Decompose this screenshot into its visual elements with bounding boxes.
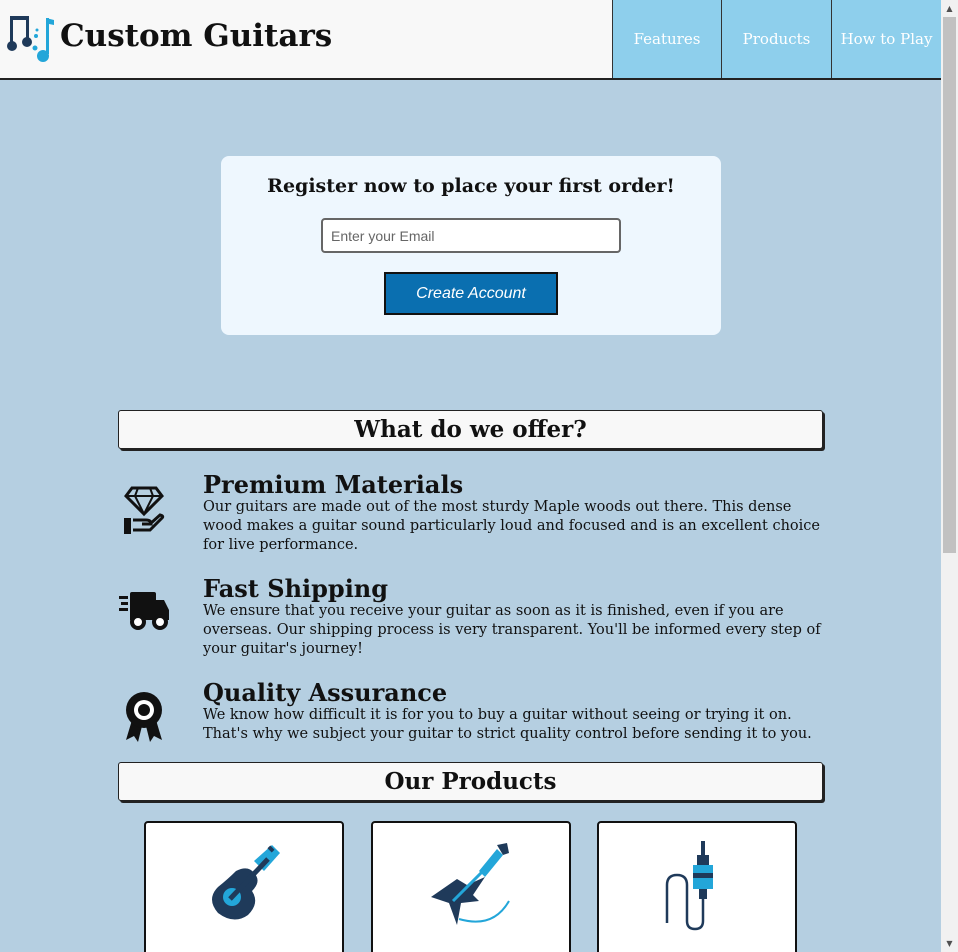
feature-title: Quality Assurance	[203, 678, 448, 707]
email-input[interactable]	[321, 218, 621, 253]
register-title: Register now to place your first order!	[267, 175, 675, 197]
brand-name: Custom Guitars	[60, 18, 333, 54]
product-card-acoustic-guitar[interactable]	[144, 821, 344, 952]
main-nav: Features Products How to Play	[612, 0, 941, 78]
site-header: Custom Guitars Features Products How to …	[0, 0, 941, 80]
award-ribbon-icon	[126, 692, 162, 742]
page-scrollbar[interactable]: ▲ ▼	[941, 0, 958, 952]
logo[interactable]	[6, 12, 56, 66]
acoustic-guitar-icon	[212, 845, 280, 920]
feature-text: Our guitars are made out of the most stu…	[203, 499, 820, 553]
scroll-up-arrow-icon[interactable]: ▲	[941, 0, 958, 17]
nav-link-products[interactable]: Products	[721, 0, 831, 78]
electric-guitar-icon	[431, 843, 510, 925]
music-notes-icon	[7, 16, 54, 62]
feature-text: We know how difficult it is for you to b…	[203, 707, 812, 742]
offer-heading: What do we offer?	[118, 410, 823, 449]
scroll-down-arrow-icon[interactable]: ▼	[941, 935, 958, 952]
feature-quality-assurance: Quality Assurance We know how difficult …	[118, 678, 823, 748]
shipping-truck-icon	[119, 592, 169, 630]
product-card-electric-guitar[interactable]	[371, 821, 571, 952]
diamond-hand-icon	[124, 486, 165, 534]
create-account-button[interactable]: Create Account	[384, 272, 558, 315]
scroll-thumb[interactable]	[943, 17, 956, 553]
feature-text: We ensure that you receive your guitar a…	[203, 603, 821, 657]
audio-cable-jack-icon	[665, 841, 713, 931]
nav-link-features[interactable]: Features	[612, 0, 721, 78]
product-card-audio-cable[interactable]	[597, 821, 797, 952]
feature-title: Premium Materials	[203, 470, 464, 499]
feature-title: Fast Shipping	[203, 574, 389, 603]
feature-premium-materials: Premium Materials Our guitars are made o…	[118, 470, 823, 560]
register-card: Register now to place your first order! …	[221, 156, 721, 335]
nav-link-how-to-play[interactable]: How to Play	[831, 0, 941, 78]
feature-fast-shipping: Fast Shipping We ensure that you receive…	[118, 574, 823, 664]
products-heading: Our Products	[118, 762, 823, 801]
